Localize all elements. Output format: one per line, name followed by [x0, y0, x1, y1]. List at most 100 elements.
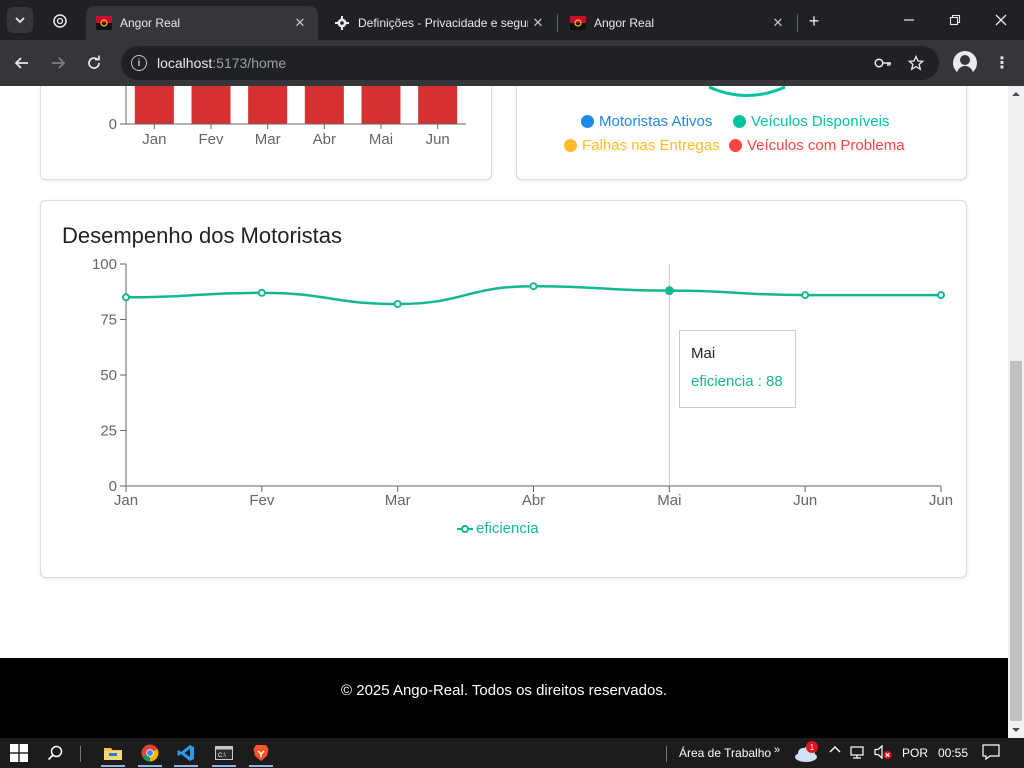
- close-tab-icon[interactable]: ✕: [290, 13, 310, 33]
- x-tick-label: Mai: [369, 131, 393, 148]
- page-viewport: Jan Fev Mar Abr Mai Jun 0 Motoristas Ativos Ve…: [0, 86, 1024, 738]
- legend-veiculos-disponiveis[interactable]: Veículos Disponíveis: [733, 113, 889, 130]
- page-scrollbar[interactable]: [1008, 86, 1024, 738]
- show-hidden-icons-chevron-icon[interactable]: [829, 744, 841, 754]
- file-explorer-icon[interactable]: [100, 741, 126, 767]
- browser-toolbar: i localhost:5173/home: [0, 40, 1024, 86]
- x-tick-label: Fev: [198, 131, 224, 148]
- tab-angor-real-active[interactable]: Angor Real ✕: [86, 6, 318, 40]
- line-chart-card: Desempenho dos Motoristas 0 25 50 75 100 Jan F…: [40, 200, 967, 578]
- desktop-toolbar-label[interactable]: Área de Trabalho: [679, 746, 771, 760]
- bar-chart: Jan Fev Mar Abr Mai Jun 0: [109, 86, 466, 148]
- taskbar-clock[interactable]: 00:55: [938, 746, 968, 760]
- close-window-icon[interactable]: [989, 8, 1013, 32]
- x-tick-label: Jun: [793, 492, 817, 509]
- active-data-point: [664, 286, 674, 296]
- legend-dot-icon: [581, 115, 594, 128]
- pie-chart-card: Motoristas Ativos Veículos Disponíveis F…: [516, 86, 967, 180]
- site-info-icon[interactable]: i: [131, 55, 147, 71]
- tab-angor-real[interactable]: Angor Real ✕: [560, 6, 796, 40]
- tab-search-button[interactable]: [7, 7, 33, 33]
- chrome-icon[interactable]: [137, 741, 163, 767]
- settings-gear-icon: [334, 15, 350, 31]
- restore-icon[interactable]: [943, 8, 967, 32]
- new-tab-plus-icon[interactable]: +: [803, 10, 825, 32]
- tooltip-value: eficiencia : 88: [691, 373, 783, 390]
- volume-muted-icon[interactable]: [874, 744, 892, 760]
- bar: [191, 86, 231, 124]
- url-text: localhost:5173/home: [157, 55, 287, 71]
- chevron-down-icon: [15, 17, 25, 24]
- x-tick-label: Abr: [522, 492, 545, 509]
- brave-browser-icon[interactable]: [248, 741, 274, 767]
- windows-start-icon[interactable]: [6, 741, 32, 765]
- forward-arrow-icon[interactable]: [47, 52, 69, 74]
- x-tick-label: Jan: [114, 492, 138, 509]
- network-icon[interactable]: [850, 744, 866, 760]
- x-tick-label: Mai: [657, 492, 681, 509]
- angola-flag-icon: [570, 15, 586, 31]
- menu-kebab-icon[interactable]: ⋮: [992, 52, 1012, 74]
- bar: [248, 86, 288, 124]
- terminal-icon[interactable]: C:\: [211, 741, 237, 767]
- tab-title: Definições - Privacidade e segurança: [358, 16, 528, 30]
- y-tick-label: 0: [109, 116, 117, 133]
- close-tab-icon[interactable]: ✕: [768, 13, 788, 33]
- minimize-icon[interactable]: [897, 8, 921, 32]
- x-tick-label: Abr: [313, 131, 336, 148]
- y-tick-label: 75: [100, 312, 117, 329]
- weather-badge: 1: [806, 741, 818, 753]
- legend-dot-icon: [729, 139, 742, 152]
- x-tick-label: Jan: [142, 131, 166, 148]
- legend-motoristas-ativos[interactable]: Motoristas Ativos: [581, 113, 712, 130]
- keyboard-language[interactable]: POR: [902, 746, 928, 760]
- taskbar-divider: [666, 746, 667, 762]
- line-legend-eficiencia[interactable]: eficiencia: [457, 520, 539, 537]
- legend-dot-icon: [564, 139, 577, 152]
- search-icon[interactable]: [42, 741, 68, 765]
- toolbar-expand-icon[interactable]: »: [774, 744, 780, 756]
- tab-title: Angor Real: [120, 16, 181, 30]
- data-point: [393, 299, 402, 308]
- scrollbar-thumb[interactable]: [1010, 361, 1022, 721]
- x-tick-label: Fev: [249, 492, 275, 509]
- x-tick-label: Mar: [385, 492, 411, 509]
- angola-flag-icon: [96, 15, 112, 31]
- notifications-icon[interactable]: [982, 744, 1000, 760]
- data-point: [801, 291, 810, 300]
- address-bar[interactable]: i localhost:5173/home: [121, 46, 939, 80]
- legend-line-icon: [457, 524, 473, 533]
- y-tick-label: 100: [92, 256, 117, 273]
- password-key-icon[interactable]: [873, 54, 893, 72]
- close-tab-icon[interactable]: ✕: [528, 13, 548, 33]
- scroll-down-arrow-icon[interactable]: [1012, 726, 1020, 734]
- bar: [304, 86, 344, 124]
- scroll-up-arrow-icon[interactable]: [1012, 90, 1020, 98]
- svg-text:C:\: C:\: [218, 753, 226, 759]
- legend-falhas-nas-entregas[interactable]: Falhas nas Entregas: [564, 137, 720, 154]
- x-tick-label: Mar: [255, 131, 281, 148]
- openai-icon: [53, 14, 67, 28]
- reload-icon[interactable]: [83, 52, 105, 74]
- footer-copyright: © 2025 Ango-Real. Todos os direitos rese…: [341, 682, 667, 699]
- vscode-icon[interactable]: [173, 741, 199, 767]
- data-point: [529, 282, 538, 291]
- chart-tooltip: Mai eficiencia : 88: [679, 330, 796, 408]
- y-tick-label: 25: [100, 423, 117, 440]
- bar: [361, 86, 401, 124]
- y-tick-label: 50: [100, 367, 117, 384]
- legend-dot-icon: [733, 115, 746, 128]
- bar-chart-card: Jan Fev Mar Abr Mai Jun 0: [40, 86, 492, 180]
- page-footer: © 2025 Ango-Real. Todos os direitos rese…: [0, 658, 1008, 738]
- x-tick-label: Jun: [929, 492, 953, 509]
- bookmark-star-icon[interactable]: [906, 54, 926, 72]
- bar: [134, 86, 174, 124]
- profile-avatar-icon[interactable]: [953, 51, 977, 75]
- back-arrow-icon[interactable]: [11, 52, 33, 74]
- data-point: [937, 291, 945, 300]
- data-point: [257, 288, 266, 297]
- tab-separator: [557, 14, 558, 32]
- tab-definicoes[interactable]: Definições - Privacidade e segurança ✕: [324, 6, 556, 40]
- legend-veiculos-com-problema[interactable]: Veículos com Problema: [729, 137, 905, 154]
- pinned-tab[interactable]: [46, 10, 74, 32]
